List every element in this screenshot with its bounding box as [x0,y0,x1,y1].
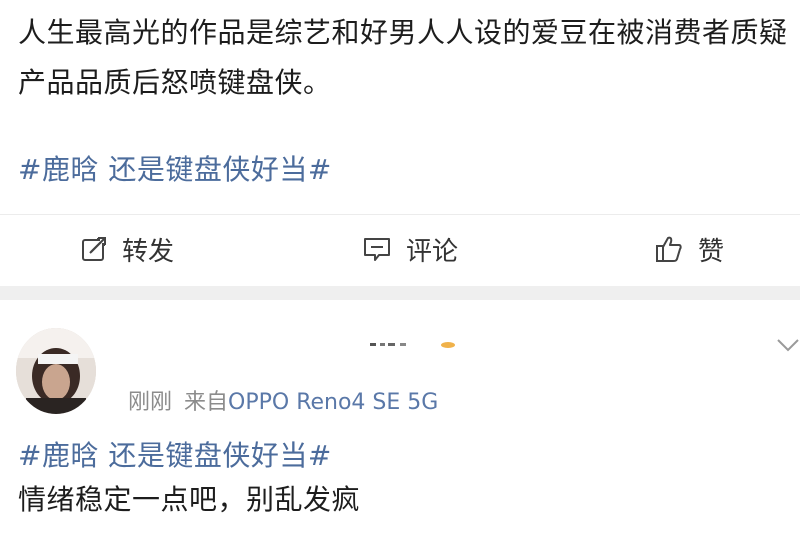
comment-card: 刚刚 来自OPPO Reno4 SE 5G #鹿晗 还是键盘侠好当# 情绪稳定一… [0,300,800,542]
source-prefix: 来自 [184,390,229,415]
like-button[interactable]: 赞 [654,218,724,280]
comment-meta: 刚刚 来自OPPO Reno4 SE 5G [128,384,438,416]
avatar-image [16,328,96,414]
repost-button[interactable]: 转发 [80,218,174,280]
device-source: OPPO Reno4 SE 5G [228,390,439,415]
username-blurred[interactable] [370,340,460,350]
repost-label: 转发 [122,236,175,267]
weibo-post: 人生最高光的作品是综艺和好男人人设的爱豆在被消费者质疑产品品质后怒喷键盘侠。 #… [0,0,800,286]
repost-icon [82,237,106,261]
avatar[interactable] [16,328,96,414]
comment-button[interactable]: 评论 [362,218,458,280]
post-action-bar: 转发 评论 赞 [0,218,800,280]
timestamp: 刚刚 [128,390,173,415]
post-divider [0,214,800,215]
like-label: 赞 [698,236,725,267]
comment-hashtag-link[interactable]: #鹿晗 还是键盘侠好当# [18,436,332,476]
section-separator [0,286,800,300]
comment-label: 评论 [406,236,459,267]
post-body-text: 人生最高光的作品是综艺和好男人人设的爱豆在被消费者质疑产品品质后怒喷键盘侠。 [18,16,788,99]
comment-text: 情绪稳定一点吧，别乱发疯 [18,483,361,516]
chevron-down-icon[interactable] [776,338,800,354]
post-hashtag-link[interactable]: #鹿晗 还是键盘侠好当# [18,150,332,190]
thumbs-up-icon [656,236,682,262]
comment-icon [364,238,390,261]
